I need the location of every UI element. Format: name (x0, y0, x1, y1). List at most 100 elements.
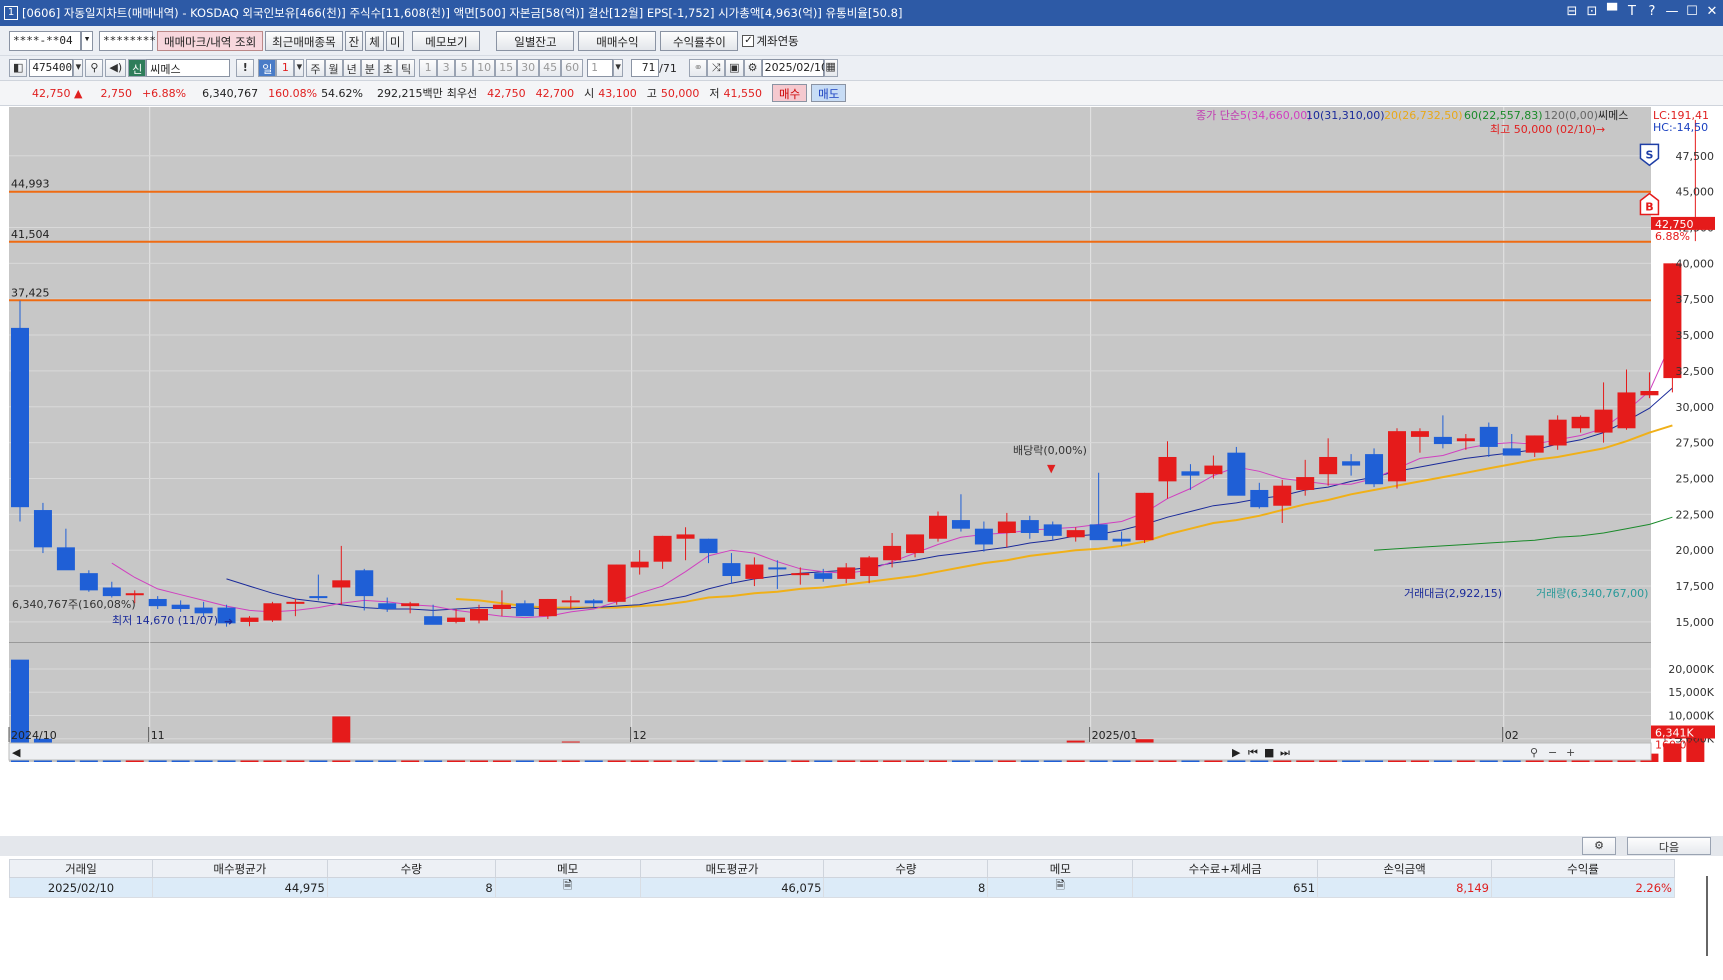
period-dropdown-icon[interactable]: ▾ (294, 59, 305, 77)
zoom-in-icon[interactable]: + (1566, 746, 1575, 759)
interval-1-button[interactable]: 1 (419, 59, 438, 77)
table-scrollbar[interactable] (1706, 876, 1708, 956)
cell-sell-qty[interactable]: 8 (823, 877, 989, 898)
col-sell-avg[interactable]: 매도평균가 (639, 859, 825, 878)
price-volume-chart[interactable]: 44,99341,50437,425 47,50045,00042,50040,… (0, 107, 1723, 827)
maximize-icon[interactable]: ☐ (1685, 4, 1699, 19)
count-dropdown-icon[interactable]: ▾ (613, 59, 624, 77)
stop-icon[interactable]: ■ (1264, 746, 1274, 759)
recent-trades-button[interactable]: 최근매매종목 (265, 30, 343, 51)
price-panel-bg (9, 107, 1651, 642)
next-button[interactable]: 다음 (1627, 837, 1711, 855)
period-num-field[interactable]: 1 (276, 59, 295, 77)
layout-icon[interactable]: ⊟ (1565, 4, 1579, 19)
cell-sell-avg[interactable]: 46,075 (639, 877, 825, 898)
col-return[interactable]: 수익률 (1491, 859, 1675, 878)
col-buy-avg[interactable]: 매수평균가 (151, 859, 328, 878)
gear-icon[interactable]: ⚙ (743, 59, 762, 77)
period-minute-button[interactable]: 분 (360, 59, 379, 77)
filled-button[interactable]: 체 (365, 30, 384, 51)
table-settings-icon[interactable]: ⚙ (1582, 837, 1616, 855)
buy-button[interactable]: 매수 (772, 84, 808, 102)
period-week-button[interactable]: 주 (306, 59, 325, 77)
candle-body (1296, 477, 1315, 490)
account-toolbar: ****-**04 ▾ ******** 매매마크/내역 조회 최근매매종목 잔… (0, 26, 1723, 56)
col-sell-memo[interactable]: 메모 (987, 859, 1134, 878)
binoculars-icon[interactable]: ⚭ (689, 59, 708, 77)
layout-toggle-icon[interactable]: ◧ (9, 59, 28, 77)
high-price: 50,000 (660, 86, 700, 100)
account-link-checkbox[interactable]: ✓ 계좌연동 (742, 33, 799, 49)
range-input[interactable]: 71 (631, 59, 660, 77)
checkbox-checked-icon[interactable]: ✓ (742, 34, 755, 47)
trade-profit-button[interactable]: 매매수익 (578, 30, 657, 51)
tool-icon[interactable]: ⤨ (707, 59, 726, 77)
stock-code-input[interactable]: 475400 (29, 59, 74, 77)
cell-fee-tax[interactable]: 651 (1132, 877, 1319, 898)
daily-balance-button[interactable]: 일별잔고 (496, 30, 575, 51)
font-icon[interactable]: T (1625, 4, 1639, 19)
cell-buy-avg[interactable]: 44,975 (151, 877, 328, 898)
password-input[interactable]: ******** (99, 30, 156, 51)
scroll-right-icon[interactable]: ▶ (1232, 746, 1241, 759)
chart-area[interactable]: 44,99341,50437,425 47,50045,00042,50040,… (0, 107, 1723, 827)
balance-button[interactable]: 잔 (344, 30, 364, 51)
interval-30-button[interactable]: 30 (517, 59, 540, 77)
save-icon[interactable]: ▣ (725, 59, 744, 77)
col-sell-qty[interactable]: 수량 (823, 859, 989, 878)
cell-buy-qty[interactable]: 8 (326, 877, 496, 898)
account-dropdown-icon[interactable]: ▾ (81, 30, 93, 51)
last-icon[interactable]: ⏭ (1280, 746, 1290, 759)
interval-10-button[interactable]: 10 (473, 59, 496, 77)
help-icon[interactable]: ? (1645, 4, 1659, 19)
first-icon[interactable]: ⏮ (1248, 746, 1258, 759)
memo-icon[interactable]: 🗎 (987, 877, 1134, 898)
ma-legend-title: 종가 단순 (1196, 109, 1240, 122)
interval-60-button[interactable]: 60 (561, 59, 584, 77)
period-day-button[interactable]: 일 (258, 59, 277, 77)
table-row[interactable]: 2025/02/10 44,975 8 🗎 46,075 8 🗎 651 8,1… (9, 877, 1675, 898)
profit-trend-button[interactable]: 수익률추이 (660, 30, 739, 51)
col-buy-qty[interactable]: 수량 (326, 859, 496, 878)
memo-view-button[interactable]: 메모보기 (412, 30, 481, 51)
col-pnl[interactable]: 손익금액 (1317, 859, 1493, 878)
minimize-icon[interactable]: — (1665, 4, 1679, 19)
speaker-icon[interactable]: ◀) (105, 59, 127, 77)
period-tick-button[interactable]: 틱 (397, 59, 416, 77)
search-icon[interactable]: ⚲ (85, 59, 104, 77)
alert-button[interactable]: ! (236, 59, 255, 77)
pin-icon[interactable]: ▀ (1605, 4, 1619, 19)
zoom-out-icon[interactable]: − (1548, 746, 1557, 759)
zoom-icon[interactable]: ⚲ (1530, 746, 1538, 759)
account-input[interactable]: ****-**04 (9, 30, 81, 51)
unfilled-button[interactable]: 미 (385, 30, 405, 51)
scroll-left-icon[interactable]: ◀ (12, 746, 21, 759)
code-dropdown-icon[interactable]: ▾ (73, 59, 84, 77)
sell-button[interactable]: 매도 (811, 84, 847, 102)
period-second-button[interactable]: 초 (378, 59, 398, 77)
period-year-button[interactable]: 년 (342, 59, 361, 77)
interval-15-button[interactable]: 15 (495, 59, 518, 77)
candle-body (332, 580, 351, 588)
link-icon[interactable]: ⊡ (1585, 4, 1599, 19)
period-month-button[interactable]: 월 (324, 59, 343, 77)
memo-icon[interactable]: 🗎 (494, 877, 641, 898)
calendar-icon[interactable]: ▦ (823, 59, 838, 77)
cell-trade-date[interactable]: 2025/02/10 (9, 877, 153, 898)
stock-name-field[interactable]: 씨메스 (146, 59, 231, 77)
candle-body (883, 545, 902, 561)
date-input[interactable]: 2025/02/10 (761, 59, 828, 77)
cell-return[interactable]: 2.26% (1491, 877, 1675, 898)
current-rate-tag: 6.88% (1655, 230, 1690, 243)
interval-45-button[interactable]: 45 (539, 59, 562, 77)
interval-3-button[interactable]: 3 (437, 59, 456, 77)
col-fee-tax[interactable]: 수수료+제세금 (1132, 859, 1319, 878)
trade-mark-query-button[interactable]: 매매마크/내역 조회 (157, 30, 264, 51)
count-input[interactable]: 1 (587, 59, 614, 77)
chart-scrollbar[interactable] (8, 742, 1652, 761)
close-icon[interactable]: ✕ (1705, 4, 1719, 19)
col-buy-memo[interactable]: 메모 (494, 859, 641, 878)
interval-5-button[interactable]: 5 (455, 59, 474, 77)
col-trade-date[interactable]: 거래일 (9, 859, 153, 878)
cell-pnl[interactable]: 8,149 (1317, 877, 1493, 898)
